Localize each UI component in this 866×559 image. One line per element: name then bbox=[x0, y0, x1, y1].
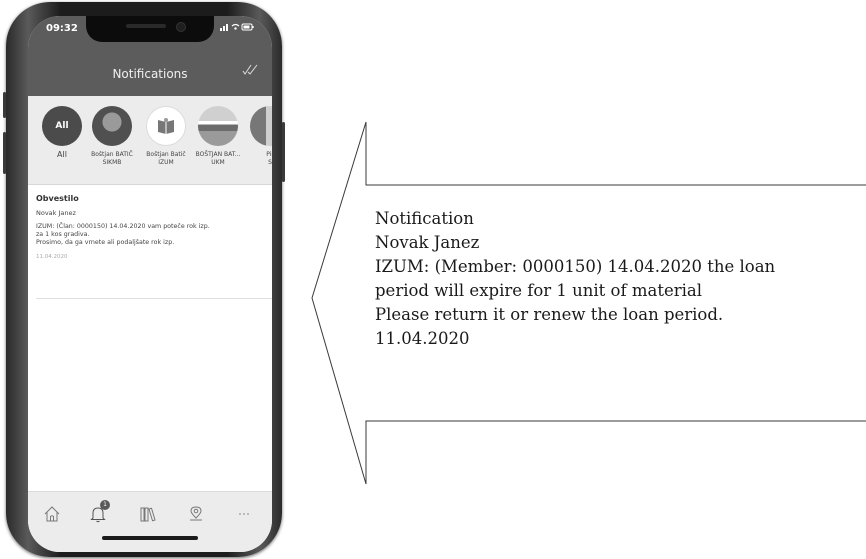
filter-label: Boštjan Batič bbox=[146, 151, 186, 158]
callout-line-name: Novak Janez bbox=[375, 233, 480, 252]
avatar bbox=[198, 106, 238, 146]
notification-item[interactable]: Obvestilo Novak Janez IZUM: (Član: 00001… bbox=[36, 194, 268, 260]
filter-label: Pir bbox=[266, 151, 272, 158]
status-time: 09:32 bbox=[46, 23, 78, 34]
tab-notifications[interactable]: 1 bbox=[88, 500, 110, 524]
avatar bbox=[146, 106, 186, 146]
filter-label: All bbox=[57, 150, 67, 159]
status-icons bbox=[220, 22, 254, 34]
filter-all[interactable]: All All bbox=[34, 106, 90, 159]
filter-sublabel: SIKMB bbox=[102, 159, 122, 166]
page-title: Notifications bbox=[112, 67, 188, 81]
avatar bbox=[92, 106, 132, 146]
filter-label: BOŠTJAN BAT... bbox=[195, 151, 241, 158]
signal-wifi-battery-icon bbox=[220, 23, 254, 31]
book-logo-icon bbox=[158, 118, 174, 134]
callout-line-date: 11.04.2020 bbox=[375, 329, 470, 348]
filter-sublabel: UKM bbox=[211, 159, 225, 166]
front-camera bbox=[176, 22, 186, 32]
filter-sublabel: S bbox=[268, 159, 272, 166]
phone-screen: 09:32 Notifications All All Boštjan BATI… bbox=[28, 16, 272, 552]
filter-label: Boštjan BATIČ bbox=[91, 151, 133, 158]
tab-home[interactable] bbox=[42, 504, 62, 524]
notification-title: Obvestilo bbox=[36, 194, 79, 203]
callout-line-body-1: IZUM: (Member: 0000150) 14.04.2020 the l… bbox=[375, 257, 776, 276]
tab-books[interactable] bbox=[138, 504, 158, 524]
notification-body: IZUM: (Član: 0000150) 14.04.2020 vam pot… bbox=[36, 223, 210, 246]
side-button-right bbox=[282, 122, 285, 182]
double-check-icon bbox=[242, 64, 258, 75]
notification-date: 11.04.2020 bbox=[36, 254, 68, 260]
side-button-left bbox=[3, 132, 6, 174]
speaker bbox=[126, 24, 166, 28]
tab-locations[interactable] bbox=[186, 504, 206, 524]
notification-recipient: Novak Janez bbox=[36, 209, 76, 217]
filter-partial[interactable]: Pir S bbox=[242, 106, 272, 167]
notch bbox=[86, 16, 214, 42]
source-filter-bar: All All Boštjan BATIČ SIKMB Boštjan Bati… bbox=[28, 96, 272, 185]
tab-more[interactable] bbox=[234, 504, 254, 524]
filter-sikmb[interactable]: Boštjan BATIČ SIKMB bbox=[84, 106, 140, 167]
filter-sublabel: IZUM bbox=[158, 159, 174, 166]
home-icon bbox=[44, 506, 60, 522]
more-icon bbox=[239, 513, 249, 515]
callout-line-body-3: Please return it or renew the loan perio… bbox=[375, 305, 724, 324]
callout-translation: Notification Novak Janez IZUM: (Member: … bbox=[375, 207, 866, 351]
callout-line-title: Notification bbox=[375, 209, 474, 228]
callout-line-body-2: period will expire for 1 unit of materia… bbox=[375, 281, 703, 300]
bottom-tab-bar: 1 bbox=[28, 491, 272, 552]
location-pin-icon bbox=[190, 506, 202, 521]
divider bbox=[36, 298, 272, 299]
home-indicator bbox=[102, 536, 198, 540]
phone-mockup: 09:32 Notifications All All Boštjan BATI… bbox=[3, 2, 285, 557]
notification-badge: 1 bbox=[100, 500, 110, 510]
filter-ukm[interactable]: BOŠTJAN BAT... UKM bbox=[190, 106, 246, 167]
side-button-left bbox=[3, 92, 6, 118]
books-icon bbox=[140, 507, 156, 522]
avatar bbox=[250, 106, 272, 146]
filter-all-circle: All bbox=[42, 106, 82, 146]
filter-izum[interactable]: Boštjan Batič IZUM bbox=[138, 106, 194, 167]
mark-all-read-button[interactable] bbox=[242, 64, 258, 80]
